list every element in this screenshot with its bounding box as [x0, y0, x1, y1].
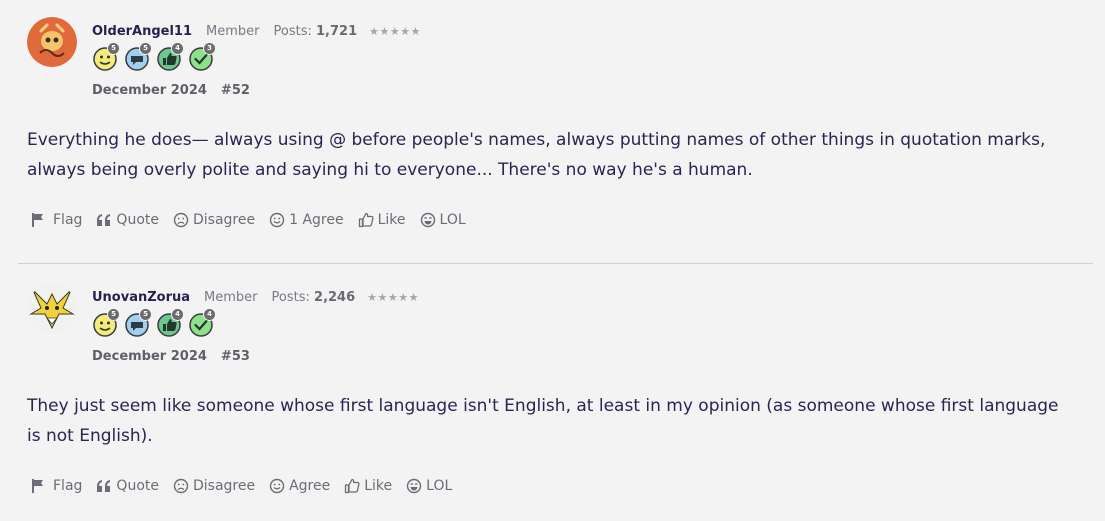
checkmark-badge-icon[interactable]: 3 [188, 42, 216, 71]
username[interactable]: UnovanZorua [92, 290, 190, 305]
checkmark-badge-icon[interactable]: 4 [188, 308, 216, 337]
badge-count: 5 [107, 42, 120, 55]
thumbs-up-icon [345, 478, 360, 494]
frown-icon [173, 478, 189, 494]
post-number[interactable]: #52 [221, 83, 250, 98]
post-meta: OlderAngel11 Member Posts: 1,721 ★★★★★ [92, 24, 421, 39]
badge-count: 5 [139, 42, 152, 55]
quote-button[interactable]: Quote [96, 212, 159, 228]
smiley-badge-icon[interactable]: 5 [92, 42, 120, 71]
lol-button[interactable]: LOL [420, 212, 466, 228]
badge-row: 5 5 4 4 [92, 308, 216, 337]
thumbs-up-badge-icon[interactable]: 4 [156, 42, 184, 71]
post-actions: Flag Quote Disagree Agree Like LOL [31, 478, 452, 494]
quote-icon [97, 214, 111, 226]
rank-stars: ★★★★★ [369, 25, 421, 38]
quote-icon [97, 480, 111, 492]
badge-count: 4 [171, 42, 184, 55]
badge-count: 5 [139, 308, 152, 321]
post-body: Everything he does— always using @ befor… [27, 130, 1046, 180]
agree-button[interactable]: Agree [269, 478, 330, 494]
post-divider [18, 263, 1093, 264]
laughing-icon [420, 212, 435, 228]
post-actions: Flag Quote Disagree 1 Agree Like LOL [31, 212, 466, 228]
laughing-icon [406, 478, 422, 494]
post-count: Posts: 1,721 [273, 24, 358, 39]
smile-icon [269, 478, 285, 494]
badge-count: 4 [171, 308, 184, 321]
post-date[interactable]: December 2024 [92, 349, 207, 364]
speech-bubble-badge-icon[interactable]: 5 [124, 42, 152, 71]
post-number[interactable]: #53 [221, 349, 250, 364]
lol-button[interactable]: LOL [406, 478, 452, 494]
like-button[interactable]: Like [358, 212, 406, 228]
agree-button[interactable]: 1 Agree [269, 212, 344, 228]
smiley-badge-icon[interactable]: 5 [92, 308, 120, 337]
thumbs-up-icon [358, 212, 374, 228]
disagree-button[interactable]: Disagree [173, 478, 255, 494]
badge-row: 5 5 4 3 [92, 42, 216, 71]
post-dateline: December 2024 #53 [92, 349, 250, 364]
frown-icon [173, 212, 189, 228]
flag-button[interactable]: Flag [31, 212, 82, 228]
smile-icon [269, 212, 285, 228]
disagree-button[interactable]: Disagree [173, 212, 255, 228]
speech-bubble-badge-icon[interactable]: 5 [124, 308, 152, 337]
post-dateline: December 2024 #52 [92, 83, 250, 98]
post-count: Posts: 2,246 [271, 290, 356, 305]
badge-count: 4 [203, 308, 216, 321]
quote-button[interactable]: Quote [96, 478, 159, 494]
thumbs-up-badge-icon[interactable]: 4 [156, 308, 184, 337]
badge-count: 5 [107, 308, 120, 321]
username[interactable]: OlderAngel11 [92, 24, 192, 39]
flag-button[interactable]: Flag [31, 478, 82, 494]
badge-count: 3 [203, 42, 216, 55]
rank-stars: ★★★★★ [367, 291, 419, 304]
post-body: They just seem like someone whose first … [27, 396, 1059, 446]
avatar[interactable] [27, 17, 77, 67]
post-meta: UnovanZorua Member Posts: 2,246 ★★★★★ [92, 290, 419, 305]
flag-icon [32, 213, 43, 227]
flag-icon [32, 479, 43, 493]
avatar[interactable] [27, 284, 77, 334]
user-role: Member [204, 290, 258, 305]
user-role: Member [206, 24, 260, 39]
post-date[interactable]: December 2024 [92, 83, 207, 98]
like-button[interactable]: Like [344, 478, 392, 494]
